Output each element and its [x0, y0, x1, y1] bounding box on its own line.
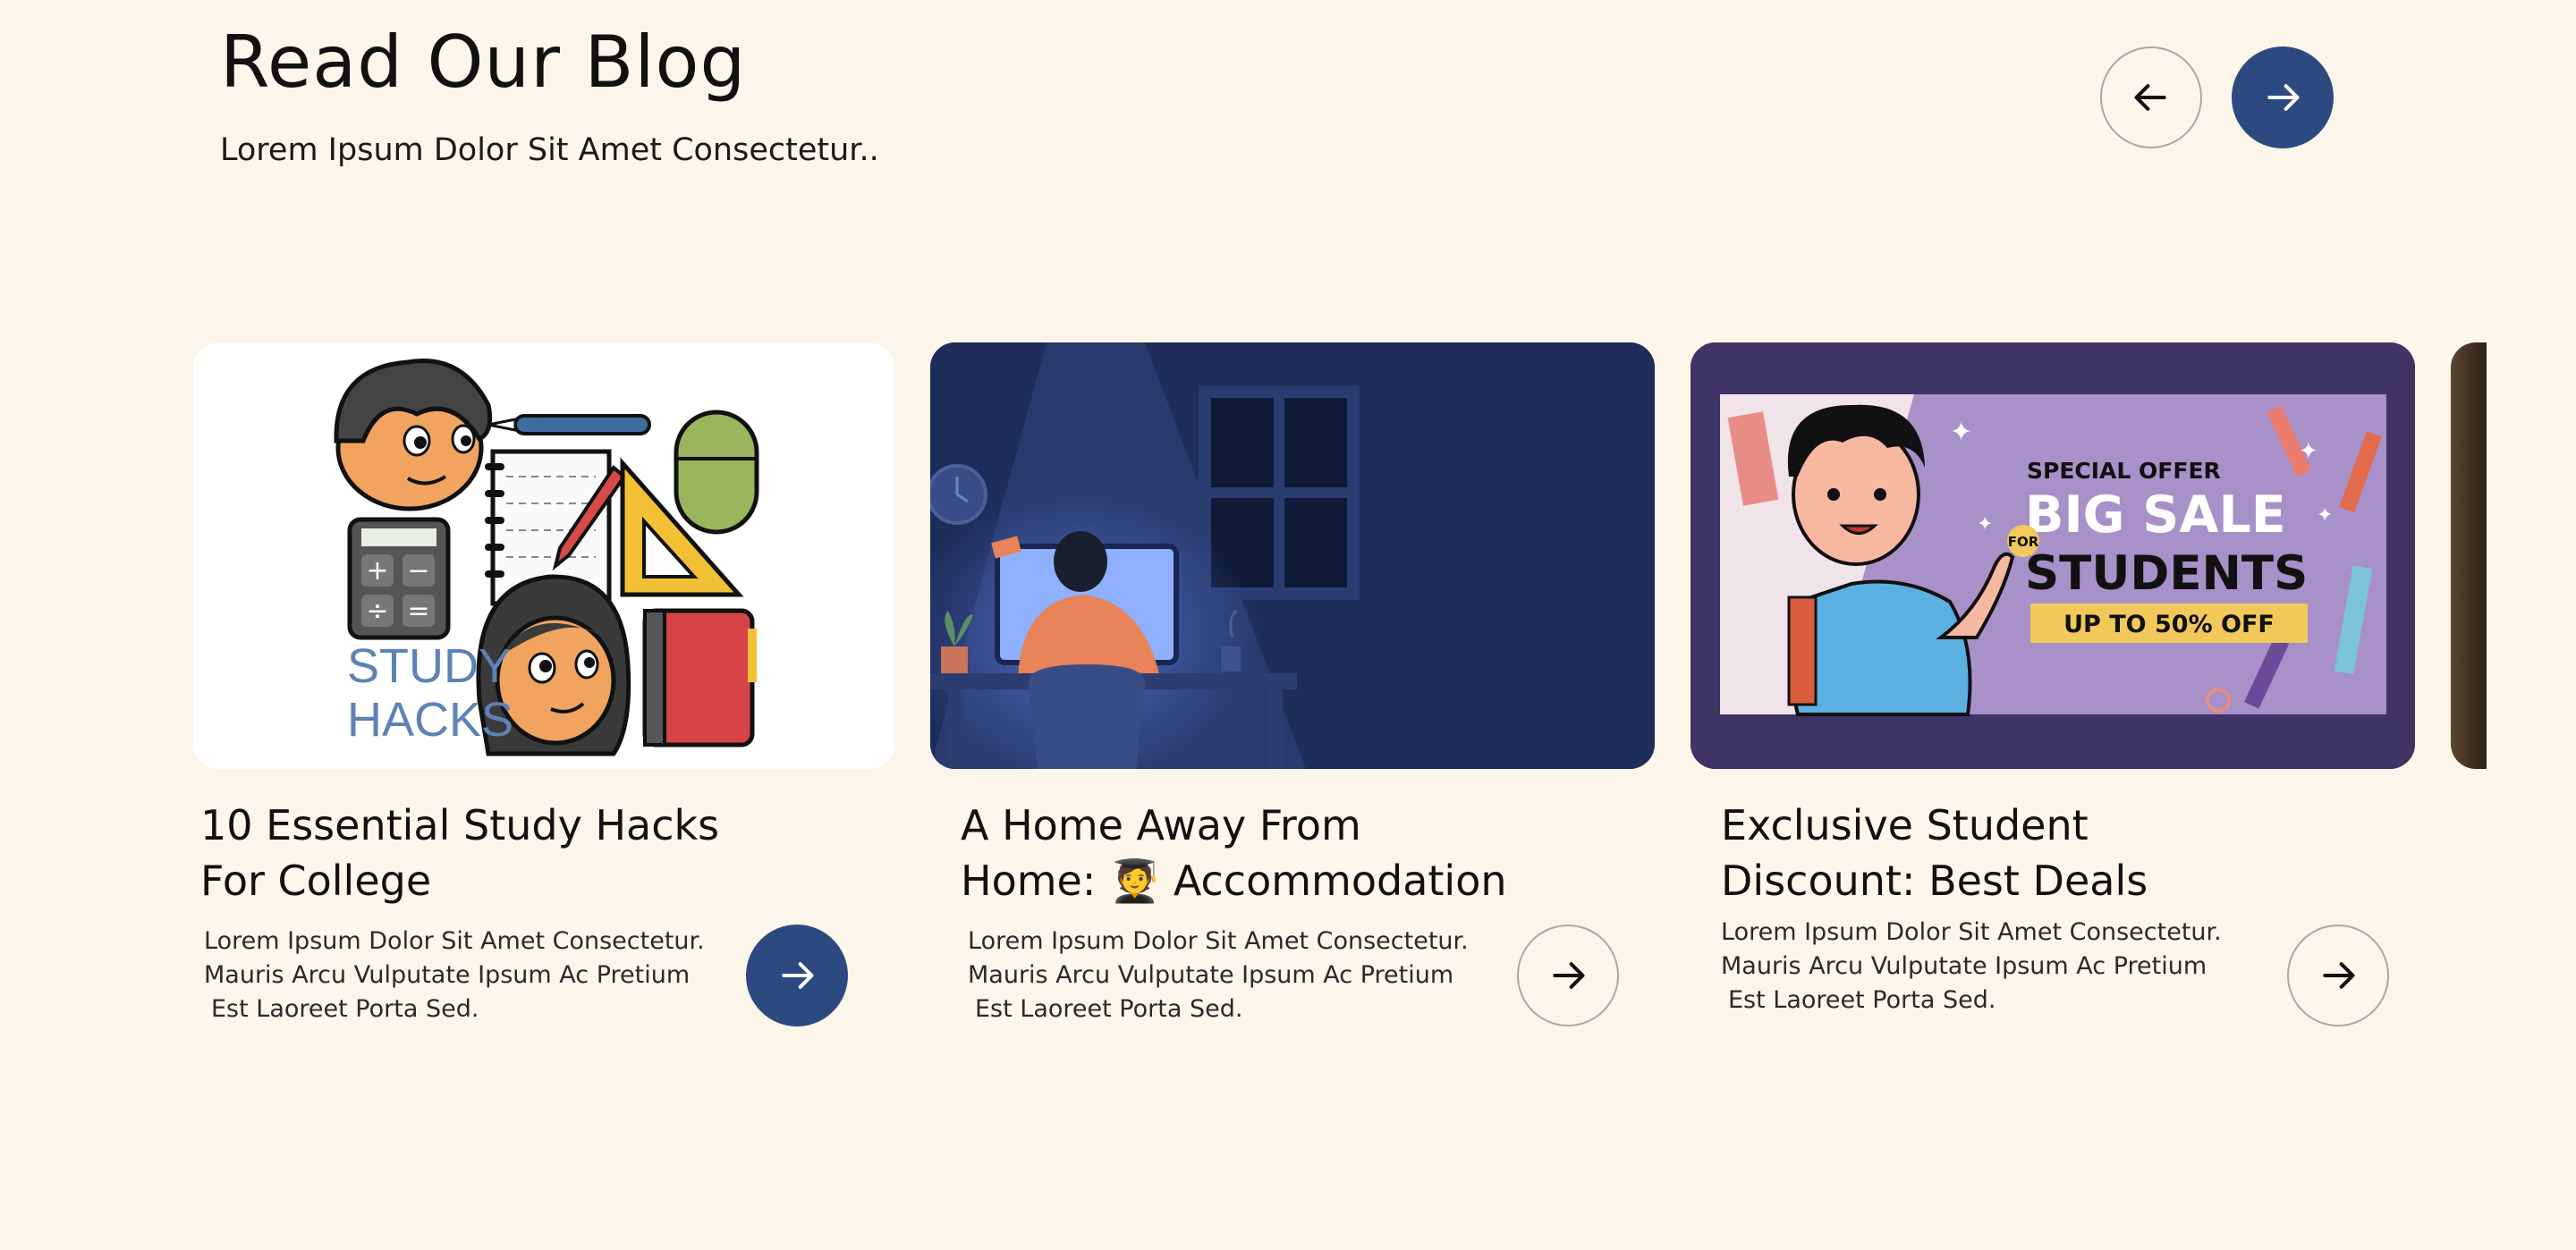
- desc-line: Mauris Arcu Vulputate Ipsum Ac Pretium: [1721, 952, 2207, 980]
- desc-line: Est Laoreet Porta Sed.: [975, 995, 1243, 1023]
- blog-card-description: Lorem Ipsum Dolor Sit Amet Consectetur. …: [204, 925, 705, 1026]
- desc-line: Est Laoreet Porta Sed.: [211, 995, 479, 1023]
- arrow-right-icon: [2323, 962, 2355, 989]
- title-line: Home: 🧑‍🎓 Accommodation: [961, 857, 1507, 905]
- blog-card-title[interactable]: A Home Away From Home: 🧑‍🎓 Accommodation: [961, 798, 1507, 908]
- blog-card-description: Lorem Ipsum Dolor Sit Amet Consectetur. …: [1721, 916, 2222, 1018]
- arrow-right-icon: [2267, 84, 2300, 111]
- title-line: 10 Essential Study Hacks: [200, 801, 720, 849]
- blog-card-description: Lorem Ipsum Dolor Sit Amet Consectetur. …: [968, 925, 1469, 1026]
- desc-line: Mauris Arcu Vulputate Ipsum Ac Pretium: [968, 961, 1454, 989]
- hacks-label: HACKS: [347, 693, 513, 747]
- arrow-right-icon: [782, 962, 814, 989]
- svg-text:✦: ✦: [2299, 438, 2318, 465]
- page-subtitle: Lorem Ipsum Dolor Sit Amet Consectetur..: [220, 132, 879, 168]
- carousel-next-button[interactable]: [2232, 46, 2334, 148]
- blog-card-image-home-away[interactable]: [930, 342, 1655, 769]
- svg-text:✦: ✦: [1950, 417, 1972, 448]
- svg-text:✦: ✦: [2317, 504, 2333, 527]
- blog-card-image-student-discount[interactable]: ✦ ✦ ✦ ✦ SPECIAL OFFER BIG SALE FOR STUDE…: [1690, 342, 2415, 769]
- desc-line: Est Laoreet Porta Sed.: [1728, 986, 1996, 1014]
- arrow-right-icon: [1553, 962, 1585, 989]
- banner-special-offer: SPECIAL OFFER: [2027, 458, 2221, 484]
- read-more-button[interactable]: [746, 925, 848, 1026]
- blog-card-image-partial[interactable]: [2451, 342, 2487, 769]
- read-more-button[interactable]: [2287, 925, 2389, 1026]
- banner-discount: UP TO 50% OFF: [2063, 611, 2275, 638]
- svg-text:÷: ÷: [366, 595, 388, 627]
- title-line: For College: [200, 857, 432, 905]
- desc-line: Lorem Ipsum Dolor Sit Amet Consectetur.: [968, 927, 1469, 955]
- blog-card-title[interactable]: 10 Essential Study Hacks For College: [200, 798, 719, 908]
- banner-students: STUDENTS: [2025, 546, 2308, 601]
- blog-card-title[interactable]: Exclusive Student Discount: Best Deals: [1721, 798, 2148, 908]
- svg-text:✦: ✦: [1977, 513, 1993, 536]
- title-line: Discount: Best Deals: [1721, 857, 2148, 905]
- desc-line: Mauris Arcu Vulputate Ipsum Ac Pretium: [204, 961, 691, 989]
- blog-card-image-study-hacks[interactable]: + − ÷ = STUDY HACKS: [193, 342, 894, 769]
- carousel-prev-button[interactable]: [2100, 46, 2202, 148]
- banner-big-sale: BIG SALE: [2025, 486, 2286, 545]
- read-more-button[interactable]: [1517, 925, 1619, 1026]
- page-title: Read Our Blog: [220, 21, 747, 104]
- svg-text:+: +: [366, 555, 388, 587]
- svg-text:−: −: [407, 555, 429, 587]
- title-line: A Home Away From: [961, 801, 1361, 849]
- study-label: STUDY: [347, 639, 511, 693]
- arrow-left-icon: [2134, 84, 2166, 111]
- desc-line: Lorem Ipsum Dolor Sit Amet Consectetur.: [204, 927, 705, 955]
- svg-text:=: =: [407, 595, 429, 627]
- desc-line: Lorem Ipsum Dolor Sit Amet Consectetur.: [1721, 918, 2222, 946]
- title-line: Exclusive Student: [1721, 801, 2089, 849]
